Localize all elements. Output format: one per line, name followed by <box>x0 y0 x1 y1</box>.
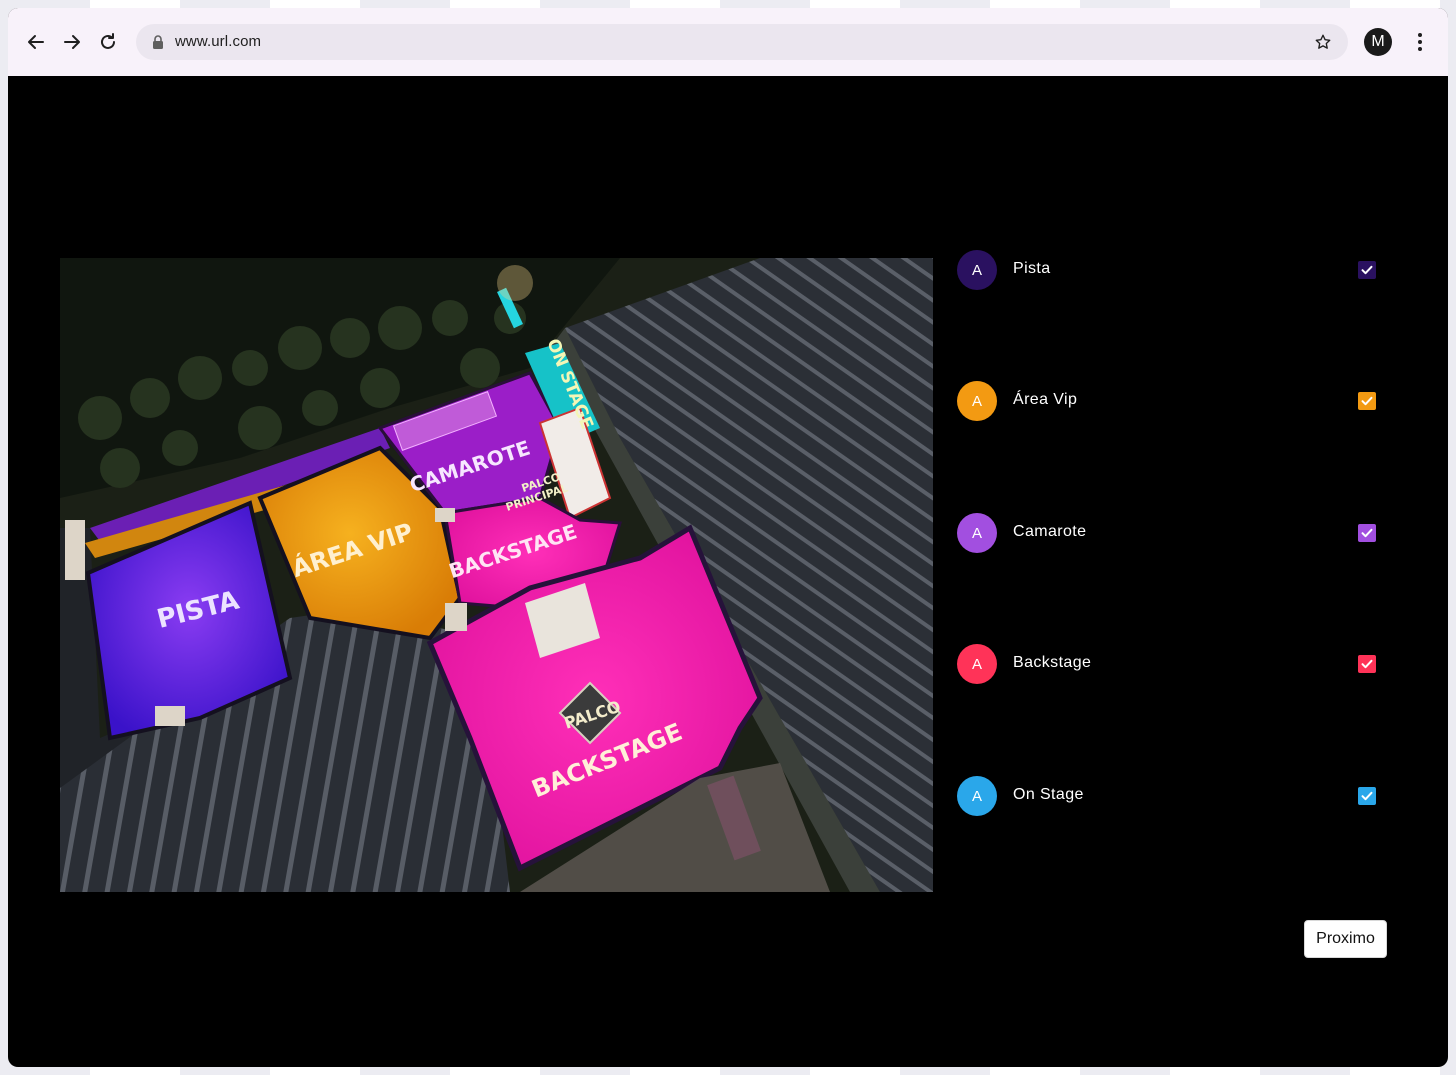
forward-button[interactable] <box>56 26 88 58</box>
legend-item[interactable]: A On Stage <box>957 776 1397 816</box>
more-vertical-icon <box>1418 33 1422 51</box>
back-arrow-icon <box>28 35 44 49</box>
checkmark-icon <box>1361 528 1373 538</box>
checkmark-icon <box>1361 396 1373 406</box>
legend-checkbox[interactable] <box>1358 787 1376 805</box>
venue-map-render: PISTA ÁREA VIP CAMAROTE BACKSTAGE PALCO … <box>60 258 933 892</box>
reload-icon <box>101 33 115 49</box>
venue-map: PISTA ÁREA VIP CAMAROTE BACKSTAGE PALCO … <box>60 258 933 892</box>
legend-label: Pista <box>1013 260 1051 277</box>
legend-label: On Stage <box>1013 786 1084 803</box>
legend-avatar: A <box>957 513 997 553</box>
legend-item[interactable]: A Camarote <box>957 513 1397 553</box>
browser-toolbar: www.url.com M <box>8 8 1448 76</box>
legend-label: Camarote <box>1013 523 1087 540</box>
address-url: www.url.com <box>175 33 262 50</box>
lock-icon <box>153 35 163 49</box>
legend-avatar: A <box>957 644 997 684</box>
reload-button[interactable] <box>92 26 124 58</box>
forward-arrow-icon <box>64 35 80 49</box>
checkmark-icon <box>1361 265 1373 275</box>
legend-avatar: A <box>957 250 997 290</box>
address-bar[interactable]: www.url.com <box>136 24 1348 60</box>
checkmark-icon <box>1361 659 1373 669</box>
legend-label: Backstage <box>1013 654 1092 671</box>
profile-initial: M <box>1371 33 1385 50</box>
legend-checkbox[interactable] <box>1358 392 1376 410</box>
bookmark-star-icon[interactable] <box>1314 33 1332 51</box>
checkmark-icon <box>1361 791 1373 801</box>
back-button[interactable] <box>20 26 52 58</box>
legend-avatar: A <box>957 381 997 421</box>
legend-label: Área Vip <box>1013 391 1078 408</box>
browser-menu-button[interactable] <box>1408 30 1432 54</box>
profile-avatar[interactable]: M <box>1364 28 1392 56</box>
legend-item[interactable]: A Área Vip <box>957 381 1397 421</box>
legend-avatar: A <box>957 776 997 816</box>
browser-window: www.url.com M PISTA ÁREA VIP CAMAROTE BA… <box>8 8 1448 1067</box>
legend-checkbox[interactable] <box>1358 655 1376 673</box>
legend-checkbox[interactable] <box>1358 261 1376 279</box>
legend-item[interactable]: A Pista <box>957 250 1397 290</box>
next-button[interactable]: Proximo <box>1304 920 1387 958</box>
legend-item[interactable]: A Backstage <box>957 644 1397 684</box>
legend-checkbox[interactable] <box>1358 524 1376 542</box>
next-button-label: Proximo <box>1316 930 1375 947</box>
